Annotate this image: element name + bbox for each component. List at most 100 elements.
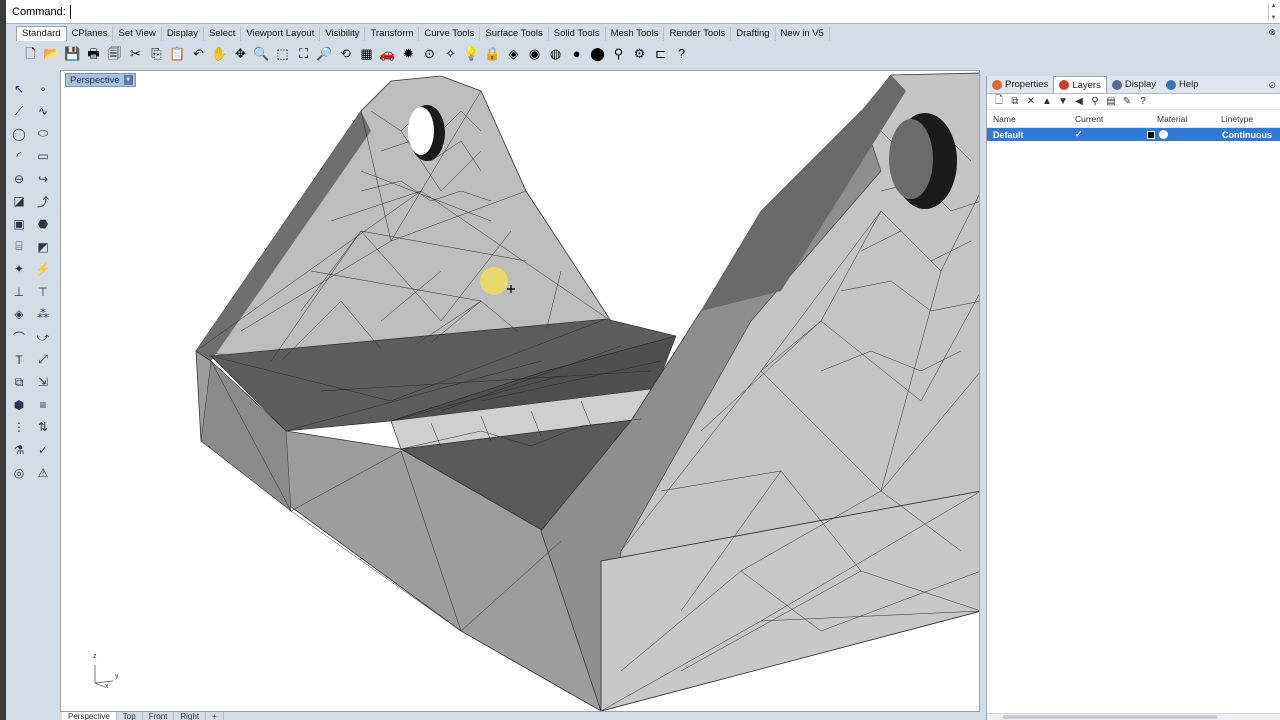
scroll-down-icon[interactable]: ▼	[1271, 15, 1277, 21]
open-icon[interactable]: 📂	[41, 43, 62, 63]
fillet-icon[interactable]: ⌒	[8, 327, 30, 348]
layer-name[interactable]: Default	[987, 130, 1073, 140]
mesh-icon[interactable]: ◈	[8, 304, 30, 325]
copy-icon[interactable]: ⎘	[146, 43, 167, 63]
import-icon[interactable]: 🗐	[104, 43, 125, 63]
layer-current-check[interactable]: ✓	[1073, 129, 1133, 140]
surface-icon[interactable]: ◪	[8, 191, 30, 212]
blend-icon[interactable]: ⤻	[32, 327, 54, 348]
rotate-view-icon[interactable]: ✥	[230, 43, 251, 63]
zoom-extents-icon[interactable]: ⛶	[293, 43, 314, 63]
help-icon[interactable]: ?	[671, 43, 692, 63]
tab-viewport-layout[interactable]: Viewport Layout	[241, 27, 321, 41]
viewport-tab-top[interactable]: Top	[117, 712, 143, 720]
move-up-icon[interactable]: ▲	[1039, 95, 1055, 109]
viewport-dropdown-icon[interactable]: ▼	[123, 75, 133, 85]
settings-wrench-icon[interactable]: ✎	[1119, 95, 1135, 109]
color-wheel-icon[interactable]: ◉	[524, 43, 545, 63]
paste-icon[interactable]: 📋	[167, 43, 188, 63]
lightbulb-icon[interactable]: 💡	[461, 43, 482, 63]
scroll-up-icon[interactable]: ▲	[1271, 3, 1277, 9]
new-sublayer-icon[interactable]: ⧉	[1007, 95, 1023, 109]
offset-curve-icon[interactable]: ↪	[32, 168, 54, 189]
toolbar-close-icon[interactable]: ⊗	[1268, 27, 1276, 38]
layer-icon[interactable]: ◈	[503, 43, 524, 63]
trim-icon[interactable]: ⊤	[32, 281, 54, 302]
filter-icon[interactable]: ⚲	[608, 43, 629, 63]
tab-render-tools[interactable]: Render Tools	[664, 27, 732, 41]
panel-options-icon[interactable]: ⊙	[1268, 80, 1276, 91]
viewport-tab-add[interactable]: +	[206, 712, 224, 720]
polyline-icon[interactable]: ⟋	[8, 101, 30, 122]
render-tool-icon[interactable]: ◎	[8, 462, 30, 483]
panel-horizontal-scrollbar[interactable]	[987, 713, 1280, 720]
car-icon[interactable]: 🚗	[377, 43, 398, 63]
viewport-tab-right[interactable]: Right	[174, 712, 207, 720]
explode-icon[interactable]: ⁂	[32, 304, 54, 325]
undo-icon[interactable]: ↶	[188, 43, 209, 63]
layer-row-default[interactable]: Default ✓ Continuous	[987, 128, 1280, 141]
tab-curve-tools[interactable]: Curve Tools	[419, 27, 481, 41]
extrude-curve-icon[interactable]: ⤴	[32, 191, 54, 212]
tab-display[interactable]: Display	[162, 27, 204, 41]
check-icon[interactable]: ✓	[32, 440, 54, 461]
panel-tab-properties[interactable]: Properties	[987, 76, 1053, 93]
layer-help-icon[interactable]: ?	[1135, 95, 1151, 109]
group-icon[interactable]: ⧉	[8, 372, 30, 393]
tab-visibility[interactable]: Visibility	[320, 27, 366, 41]
arc-icon[interactable]: ◜	[8, 146, 30, 167]
box-icon[interactable]: ▣	[8, 214, 30, 235]
panel-tab-display[interactable]: Display	[1107, 76, 1161, 93]
cylinder-icon[interactable]: ⌸	[8, 236, 30, 257]
point-icon[interactable]: ∘	[32, 78, 54, 99]
new-layer-icon[interactable]: 🗋	[991, 95, 1007, 109]
panel-tab-layers[interactable]: Layers	[1053, 76, 1107, 93]
warning-icon[interactable]: ⚠	[32, 462, 54, 483]
perspective-viewport[interactable]: Perspective ▼ z y x	[60, 70, 980, 712]
cut-icon[interactable]: ✂	[125, 43, 146, 63]
array-grid-icon[interactable]: ⋮	[8, 417, 30, 438]
block-icon[interactable]: ⬢	[8, 394, 30, 415]
command-input[interactable]	[69, 4, 1268, 19]
curve-fillet-icon[interactable]: ⊖	[8, 168, 30, 189]
viewport-title[interactable]: Perspective ▼	[65, 73, 136, 87]
curve-icon[interactable]: ∿	[32, 101, 54, 122]
array-icon[interactable]: ≡	[32, 394, 54, 415]
sphere-icon[interactable]: ⬣	[32, 214, 54, 235]
column-linetype[interactable]: Linetype	[1221, 114, 1280, 124]
tab-surface-tools[interactable]: Surface Tools	[480, 27, 549, 41]
plane-icon[interactable]: ◩	[32, 236, 54, 257]
scrollbar-thumb[interactable]	[1003, 715, 1217, 719]
tab-standard[interactable]: Standard	[16, 26, 67, 41]
command-scrollbar[interactable]: ▲ ▼	[1268, 2, 1278, 21]
layer-tools-icon[interactable]: ▤	[1103, 95, 1119, 109]
shaded-icon[interactable]: ●	[566, 43, 587, 63]
solid-tools-icon[interactable]: ✦	[8, 259, 30, 280]
tab-mesh-tools[interactable]: Mesh Tools	[606, 27, 665, 41]
render-icon[interactable]: ⬤	[587, 43, 608, 63]
filter-layer-icon[interactable]: ⚲	[1087, 95, 1103, 109]
tab-cplanes[interactable]: CPlanes	[67, 27, 114, 41]
delete-layer-icon[interactable]: ✕	[1023, 95, 1039, 109]
select-icon[interactable]: ⊙	[419, 43, 440, 63]
column-material[interactable]: Material	[1157, 114, 1221, 124]
lock-icon[interactable]: 🔒	[482, 43, 503, 63]
layer-color-swatch[interactable]	[1147, 130, 1155, 139]
tab-drafting[interactable]: Drafting	[731, 27, 776, 41]
layer-material-icon[interactable]	[1159, 130, 1168, 139]
print-icon[interactable]: 🖶	[83, 43, 104, 63]
boolean-icon[interactable]: ⚡	[32, 259, 54, 280]
dimension-tool-icon[interactable]: ⤢	[32, 349, 54, 370]
grid-icon[interactable]: ▦	[356, 43, 377, 63]
circle-icon[interactable]: ◯	[8, 123, 30, 144]
text-icon[interactable]: T	[8, 349, 30, 370]
column-current[interactable]: Current	[1073, 114, 1133, 124]
rectangle-icon[interactable]: ▭	[32, 146, 54, 167]
layer-linetype[interactable]: Continuous	[1221, 130, 1280, 140]
panel-tab-help[interactable]: Help	[1161, 76, 1204, 93]
move-parent-icon[interactable]: ◀	[1071, 95, 1087, 109]
viewport-tab-perspective[interactable]: Perspective	[62, 712, 117, 720]
tab-transform[interactable]: Transform	[365, 27, 420, 41]
light-icon[interactable]: ✹	[398, 43, 419, 63]
save-icon[interactable]: 💾	[62, 43, 83, 63]
